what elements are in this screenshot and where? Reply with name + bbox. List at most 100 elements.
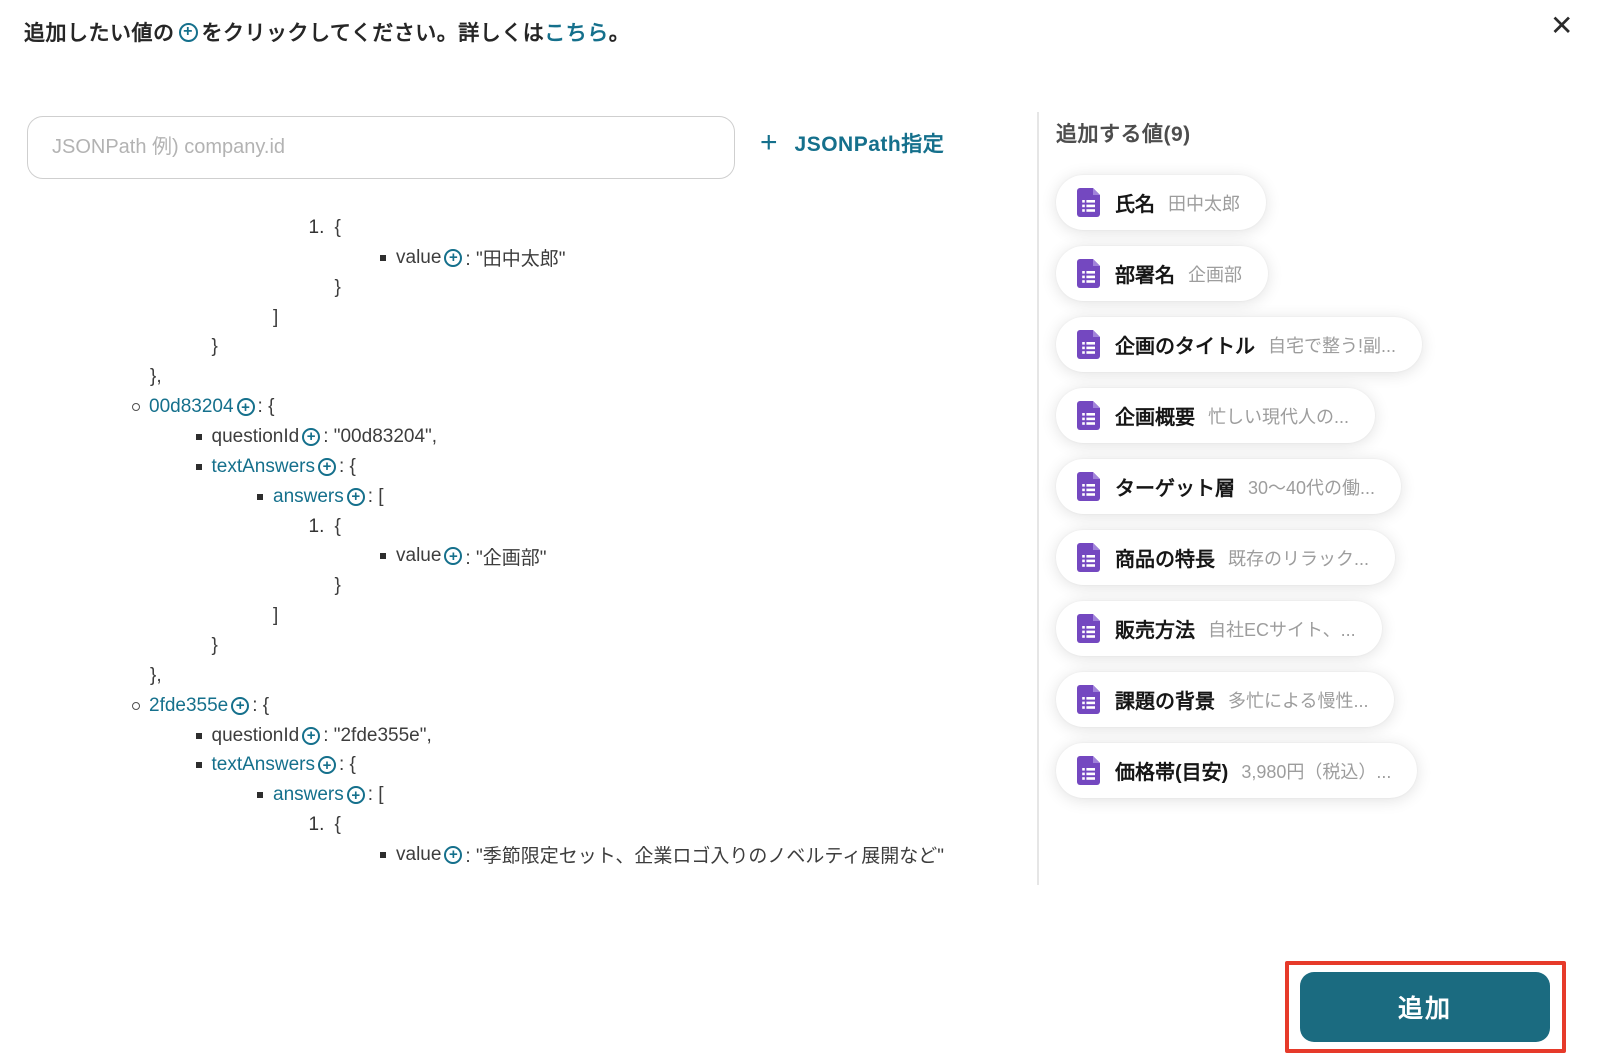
square-bullet-icon <box>195 433 202 440</box>
close-icon[interactable]: ✕ <box>1546 8 1577 44</box>
add-value-plus-icon[interactable]: + <box>444 845 463 864</box>
json-key[interactable]: textAnswers <box>212 754 315 776</box>
json-key: value <box>396 246 442 268</box>
add-value-plus-icon[interactable]: + <box>317 457 336 476</box>
json-text: { <box>334 814 341 836</box>
tree-row: textAnswers +: { <box>0 750 1010 780</box>
tree-row: questionId +: "2fde355e", <box>0 721 1010 751</box>
json-text: : [ <box>367 784 384 806</box>
value-chip-label: 価格帯(目安) <box>1115 762 1229 784</box>
circle-bullet-icon <box>132 701 140 710</box>
tree-row: } <box>0 571 1010 601</box>
square-bullet-icon <box>380 553 386 560</box>
square-bullet-icon <box>380 254 386 261</box>
value-chip-label: 部署名 <box>1115 265 1175 287</box>
tree-row: 1. { <box>0 213 1010 243</box>
add-value-plus-icon[interactable]: + <box>346 487 365 506</box>
vertical-divider <box>1037 112 1039 885</box>
json-key[interactable]: 00d83204 <box>149 396 234 418</box>
value-chip-preview: 既存のリラック... <box>1228 548 1370 569</box>
json-text: : "00d83204", <box>323 425 438 447</box>
value-chip[interactable]: 部署名 企画部 <box>1056 246 1268 301</box>
selected-values-panel: 追加する値(9) 氏名 田中太郎 部署名 企画部 企画のタイトル 自宅で整う!副... <box>1056 118 1556 798</box>
value-chip-label: ターゲット層 <box>1115 478 1235 500</box>
value-chip[interactable]: 氏名 田中太郎 <box>1056 175 1266 230</box>
json-key: value <box>396 843 442 865</box>
add-value-plus-icon[interactable]: + <box>317 756 336 775</box>
value-chip-preview: 忙しい現代人の... <box>1208 406 1350 427</box>
tree-row: value +: "季節限定セット、企業ロゴ入りのノベルティ展開など" <box>0 840 1010 870</box>
tree-row: } <box>0 631 1010 661</box>
tree-row: }, <box>0 362 1010 392</box>
value-chip[interactable]: 販売方法 自社ECサイト、... <box>1056 601 1382 656</box>
jsonpath-input[interactable] <box>27 116 735 179</box>
json-key[interactable]: 2fde355e <box>149 695 228 717</box>
instruction-text-before: 追加したい値の <box>24 22 175 45</box>
value-chip-label: 商品の特長 <box>1115 549 1215 571</box>
json-text: : { <box>257 396 275 418</box>
form-document-icon <box>1077 259 1100 288</box>
add-value-plus-icon[interactable]: + <box>444 248 463 267</box>
circle-bullet-icon <box>132 403 140 412</box>
tree-row: 2fde355e +: { <box>0 691 1010 721</box>
tree-row: answers +: [ <box>0 780 1010 810</box>
value-chip-label: 課題の背景 <box>1115 691 1215 713</box>
json-text: : { <box>338 455 356 477</box>
tree-row: 00d83204 +: { <box>0 392 1010 422</box>
form-document-icon <box>1077 330 1100 359</box>
value-chip-list: 氏名 田中太郎 部署名 企画部 企画のタイトル 自宅で整う!副... 企画概要 忙しい現… <box>1056 175 1556 798</box>
add-value-plus-icon[interactable]: + <box>302 726 321 745</box>
value-chip-label: 氏名 <box>1115 194 1155 216</box>
value-chip-preview: 多忙による慢性... <box>1228 690 1369 711</box>
square-bullet-icon <box>195 463 202 470</box>
tree-row: ] <box>0 303 1010 333</box>
value-chip[interactable]: 価格帯(目安) 3,980円（税込）... <box>1056 743 1418 798</box>
value-chip-preview: 田中太郎 <box>1168 193 1240 214</box>
jsonpath-add-button[interactable]: + JSONPath指定 <box>760 128 944 158</box>
add-value-plus-icon[interactable]: + <box>346 786 365 805</box>
tree-row: 1. { <box>0 810 1010 840</box>
json-key[interactable]: answers <box>273 784 344 806</box>
value-chip[interactable]: 商品の特長 既存のリラック... <box>1056 530 1396 585</box>
json-text: : "2fde355e", <box>323 724 432 746</box>
tree-row: } <box>0 273 1010 303</box>
add-value-plus-icon[interactable]: + <box>444 547 463 566</box>
tree-row: textAnswers +: { <box>0 452 1010 482</box>
form-document-icon <box>1077 614 1100 643</box>
value-chip[interactable]: 企画のタイトル 自宅で整う!副... <box>1056 317 1423 372</box>
add-value-plus-icon[interactable]: + <box>302 427 321 446</box>
modal-instruction: 追加したい値の + をクリックしてください。詳しくは こちら 。 <box>24 17 630 47</box>
add-value-plus-icon[interactable]: + <box>236 398 255 417</box>
array-index-label: 1. <box>308 814 325 836</box>
tree-row: answers +: [ <box>0 482 1010 512</box>
selected-values-title: 追加する値(9) <box>1056 123 1191 146</box>
json-tree: 1.{value +: "田中太郎"}]}}, 00d83204 +: {questi… <box>0 213 1010 870</box>
form-document-icon <box>1077 188 1100 217</box>
value-chip-label: 企画概要 <box>1115 407 1195 429</box>
form-document-icon <box>1077 472 1100 501</box>
json-key[interactable]: answers <box>273 486 344 508</box>
value-chip-preview: 自宅で整う!副... <box>1268 335 1397 356</box>
square-bullet-icon <box>380 851 386 858</box>
json-key[interactable]: textAnswers <box>212 456 315 478</box>
json-key: questionId <box>211 425 300 447</box>
square-bullet-icon <box>257 792 263 799</box>
square-bullet-icon <box>195 732 202 739</box>
details-link[interactable]: こちら <box>544 17 609 47</box>
value-chip[interactable]: 課題の背景 多忙による慢性... <box>1056 672 1395 727</box>
json-text: : "田中太郎" <box>465 249 566 271</box>
json-text: : { <box>252 694 270 716</box>
array-index-label: 1. <box>308 216 325 238</box>
plus-icon: + <box>760 126 778 159</box>
form-document-icon <box>1077 401 1100 430</box>
add-value-modal: 追加したい値の + をクリックしてください。詳しくは こちら 。 ✕ + JSO… <box>0 0 1600 1064</box>
json-text: : { <box>338 754 356 776</box>
value-chip[interactable]: ターゲット層 30〜40代の働... <box>1056 459 1402 514</box>
value-chip[interactable]: 企画概要 忙しい現代人の... <box>1056 388 1376 443</box>
add-button[interactable]: 追加 <box>1300 972 1550 1042</box>
json-text: { <box>334 515 341 537</box>
tree-row: value +: "田中太郎" <box>0 243 1010 273</box>
add-value-plus-icon[interactable]: + <box>231 696 250 715</box>
json-text: : "企画部" <box>465 547 547 569</box>
json-text: ] <box>273 306 279 328</box>
